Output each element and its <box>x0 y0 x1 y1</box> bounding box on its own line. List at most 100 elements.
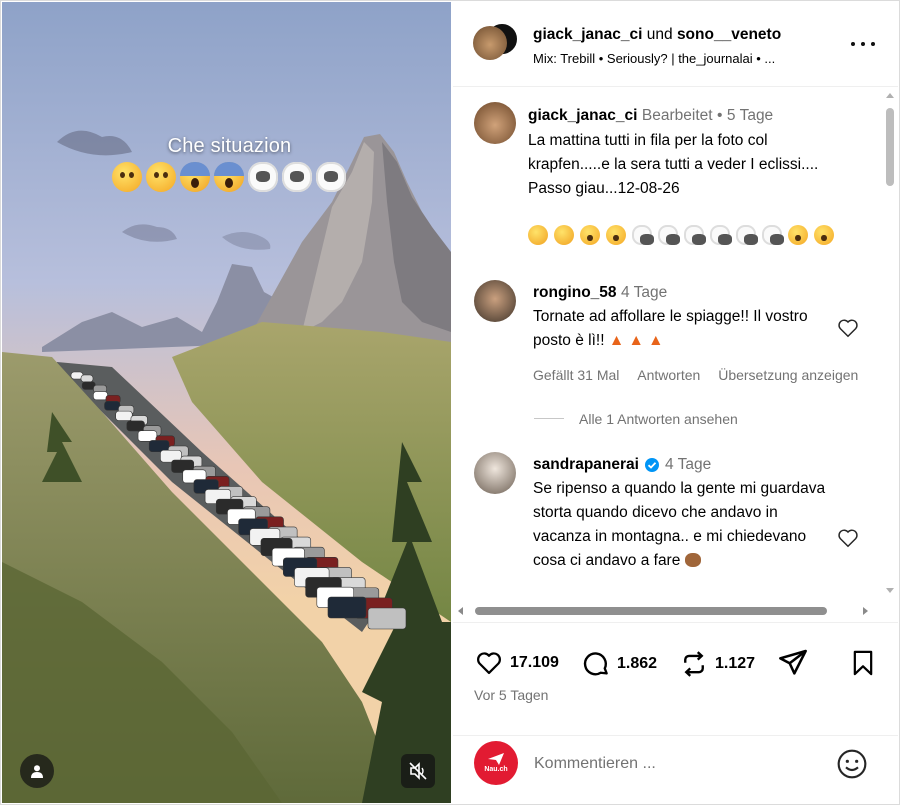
comments-scrollbar-vertical[interactable] <box>883 90 897 610</box>
like-comment-icon[interactable] <box>837 527 859 549</box>
comment-time[interactable]: 4 Tage <box>621 284 667 301</box>
comment-body: Se ripenso a quando la gente mi guardava… <box>533 480 826 569</box>
likes-count[interactable]: 17.109 <box>510 654 559 672</box>
car <box>327 596 367 619</box>
post-date[interactable]: Vor 5 Tagen <box>474 687 548 703</box>
sheep-icon <box>736 225 758 245</box>
face-icon <box>814 225 834 245</box>
avatar[interactable] <box>474 102 516 144</box>
scroll-left-arrow-icon <box>458 607 463 615</box>
post-authors: giack_janac_ci und sono__veneto <box>533 26 781 44</box>
like-action: 17.109 <box>474 649 559 677</box>
comment-actions: Gefällt 31 Mal Antworten Übersetzung anz… <box>533 367 858 383</box>
face-icon <box>606 225 626 245</box>
face-icon <box>146 162 176 192</box>
comment-meta: rongino_58 4 Tage <box>533 284 667 302</box>
fire-icon: ▲ <box>648 332 664 349</box>
scrollbar-track <box>458 607 868 615</box>
viewer-avatar: Nau.ch <box>474 741 518 785</box>
scream-icon <box>554 225 574 245</box>
car <box>93 391 108 401</box>
meta-separator: • <box>717 107 723 124</box>
repost-action: 1.127 <box>679 649 755 679</box>
sheep-icon <box>316 162 346 192</box>
comment-action: 1.862 <box>581 649 657 679</box>
see-no-evil-icon <box>684 553 701 567</box>
caption-author[interactable]: giack_janac_ci <box>528 107 637 124</box>
authors-connector: und <box>642 26 677 43</box>
scroll-down-arrow-icon <box>886 588 894 593</box>
sheep-icon <box>658 225 680 245</box>
face-icon <box>112 162 142 192</box>
caption-time[interactable]: 5 Tage <box>727 107 773 124</box>
replies-divider <box>534 418 564 419</box>
video-player[interactable]: Che situazion <box>2 2 451 803</box>
dot-icon <box>871 42 875 46</box>
fire-icon: ▲ <box>628 332 644 349</box>
sheep-icon <box>710 225 732 245</box>
avatar[interactable] <box>474 452 516 494</box>
dot-icon <box>851 42 855 46</box>
author-link[interactable]: giack_janac_ci <box>533 26 642 43</box>
mute-button[interactable] <box>401 754 435 788</box>
video-caption-text: Che situazion <box>167 135 292 157</box>
comment-author[interactable]: sandrapanerai <box>533 456 639 474</box>
verified-badge-icon <box>644 458 659 472</box>
translate-button[interactable]: Übersetzung anzeigen <box>718 367 858 383</box>
comment-author[interactable]: rongino_58 <box>533 284 617 301</box>
comments-count[interactable]: 1.862 <box>617 655 657 673</box>
comment-text: Tornate ad affollare le spiagge!! Il vos… <box>533 305 823 353</box>
likes-count[interactable]: Gefällt 31 Mal <box>533 367 619 383</box>
scream-icon <box>180 162 210 192</box>
heart-icon[interactable] <box>474 649 504 677</box>
avatar[interactable] <box>474 280 516 322</box>
comments-scrollbar-horizontal[interactable] <box>453 603 883 619</box>
reply-button[interactable]: Antworten <box>637 367 700 383</box>
scroll-up-arrow-icon <box>886 93 894 98</box>
bookmark-icon[interactable] <box>849 647 877 679</box>
comment-meta: sandrapanerai 4 Tage <box>533 456 711 474</box>
comment-input[interactable]: Kommentieren ... <box>534 755 814 773</box>
nau-logo-icon <box>488 753 504 765</box>
face-icon <box>580 225 600 245</box>
dot-icon <box>861 42 865 46</box>
view-replies-button[interactable]: Alle 1 Antworten ansehen <box>579 411 738 427</box>
car <box>126 420 145 432</box>
sheep-icon <box>684 225 706 245</box>
sheep-icon <box>282 162 312 192</box>
user-icon <box>31 765 43 778</box>
car <box>115 410 133 421</box>
scroll-right-arrow-icon <box>863 607 868 615</box>
comments-list[interactable]: giack_janac_ci Bearbeitet • 5 Tage La ma… <box>453 88 883 608</box>
more-options-button[interactable] <box>851 34 875 54</box>
viewer-logo-text: Nau.ch <box>484 766 508 773</box>
tagged-users-button[interactable] <box>20 754 54 788</box>
comment-icon[interactable] <box>581 649 611 679</box>
scrollbar-track <box>886 93 894 593</box>
edited-label: Bearbeitet <box>641 107 713 124</box>
avatar[interactable] <box>473 26 507 60</box>
car <box>367 607 407 630</box>
comment-time[interactable]: 4 Tage <box>665 456 711 474</box>
repost-icon[interactable] <box>679 649 709 679</box>
car-queue <box>70 371 407 630</box>
comment-text: Se ripenso a quando la gente mi guardava… <box>533 477 833 573</box>
car <box>137 430 158 442</box>
like-comment-icon[interactable] <box>837 317 859 339</box>
scream-icon <box>528 225 548 245</box>
caption-emojis <box>528 225 834 245</box>
reposts-count[interactable]: 1.127 <box>715 655 755 673</box>
scrollbar-thumb <box>886 108 894 186</box>
caption-text: La mattina tutti in fila per la foto col… <box>528 132 819 197</box>
audio-attribution[interactable]: Mix: Trebill • Seriously? | the_journala… <box>533 51 833 66</box>
emoji-picker-icon[interactable] <box>836 748 868 780</box>
share-icon[interactable] <box>777 647 809 679</box>
sheep-icon <box>632 225 654 245</box>
car <box>80 374 94 383</box>
emoji-row <box>112 162 346 192</box>
collaborator-link[interactable]: sono__veneto <box>677 26 781 43</box>
caption-meta: giack_janac_ci Bearbeitet • 5 Tage <box>528 107 773 125</box>
post-actions: 17.109 1.862 1.127 Vor 5 Tagen <box>453 622 898 803</box>
post-header: giack_janac_ci und sono__veneto Mix: Tre… <box>453 2 898 87</box>
scream-icon <box>214 162 244 192</box>
